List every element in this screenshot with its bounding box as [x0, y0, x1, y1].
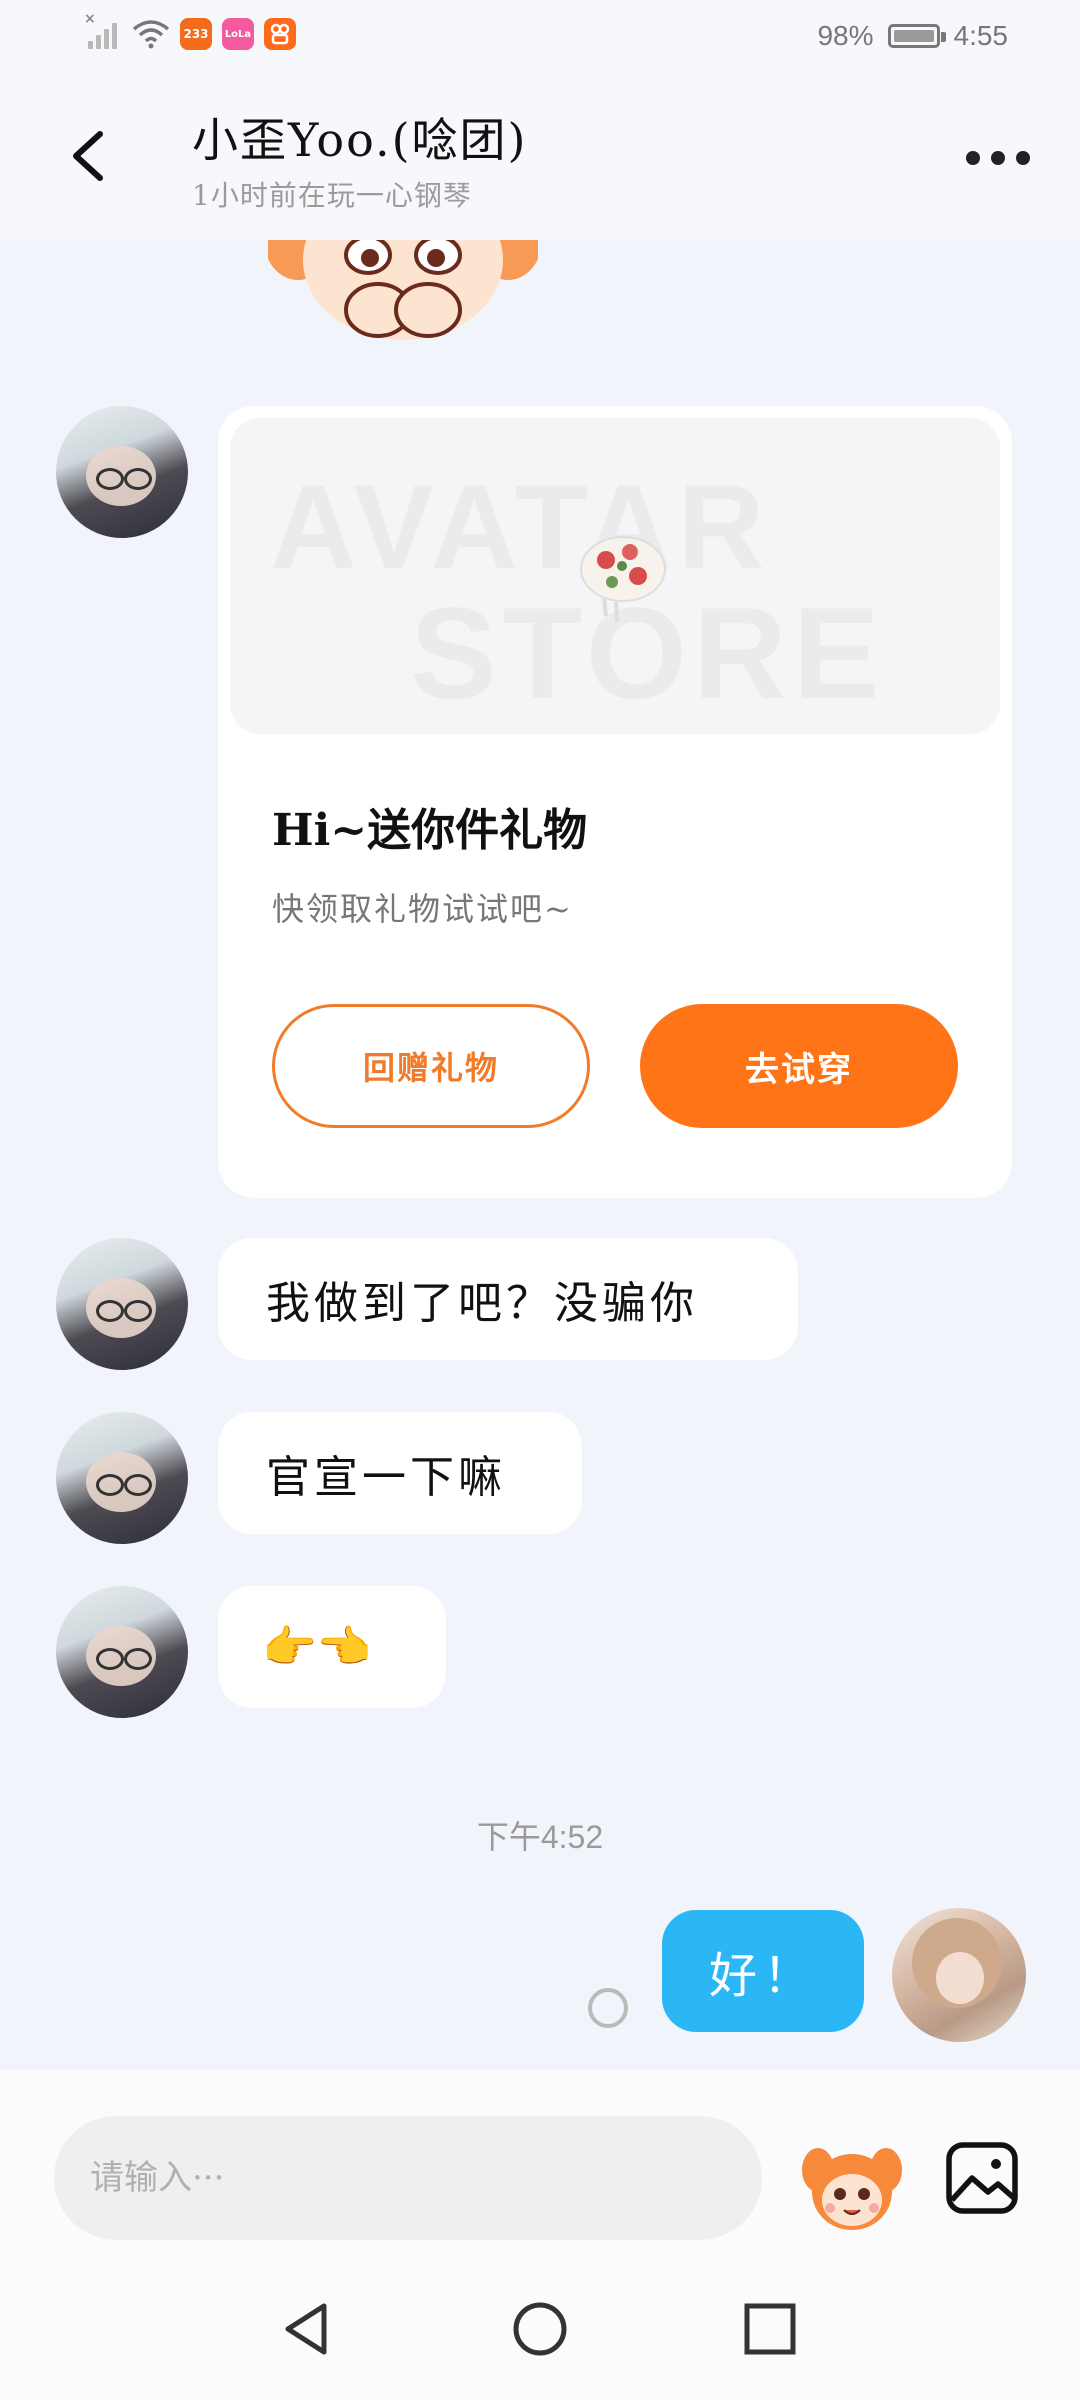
app-233-icon: 233 [180, 18, 212, 50]
signal-icon: × [84, 11, 122, 49]
battery-icon [887, 24, 946, 48]
gift-card[interactable]: AVATAR STORE Hi~送你件礼物 快领取礼物试试吧~ 回赠礼物 去试穿 [218, 406, 1012, 1198]
my-message-bubble[interactable]: 好！ [662, 1910, 864, 2032]
avatar-store-banner: AVATAR STORE [230, 418, 1000, 734]
image-picker-icon[interactable] [944, 2140, 1020, 2216]
chat-header: 小歪Yoo.(唸团) 1小时前在玩一心钢琴 [0, 78, 1080, 240]
wifi-icon [132, 20, 170, 49]
my-avatar[interactable] [892, 1908, 1026, 2042]
message-list[interactable]: AVATAR STORE Hi~送你件礼物 快领取礼物试试吧~ 回赠礼物 去试穿… [0, 240, 1080, 2070]
input-bar [0, 2070, 1080, 2260]
message-bubble[interactable]: 我做到了吧？没骗你 [218, 1238, 798, 1360]
more-dots-icon[interactable] [958, 140, 1038, 176]
system-nav-bar [0, 2260, 1080, 2400]
return-gift-button[interactable]: 回赠礼物 [272, 1004, 590, 1128]
message-bubble[interactable]: 官宣一下嘛 [218, 1412, 582, 1534]
back-arrow-icon[interactable] [60, 126, 120, 186]
contact-avatar[interactable] [56, 1586, 188, 1718]
contact-avatar[interactable] [56, 1238, 188, 1370]
message-bubble[interactable]: 👉👈 [218, 1586, 446, 1708]
contact-status: 1小时前在玩一心钢琴 [192, 179, 472, 212]
gift-hat-icon [580, 536, 666, 623]
message-timestamp: 下午4:52 [476, 1819, 604, 1855]
message-input[interactable] [54, 2116, 762, 2240]
gift-card-title: Hi~送你件礼物 [272, 805, 588, 856]
app-kuaishou-icon [264, 18, 296, 50]
mascot-icon[interactable] [800, 2134, 904, 2238]
nav-back-icon[interactable] [272, 2294, 342, 2364]
contact-avatar[interactable] [56, 406, 188, 538]
cartoon-sticker [268, 240, 538, 340]
battery-percent: 98% [817, 20, 874, 51]
nav-recents-icon[interactable] [735, 2294, 805, 2364]
app-lola-icon: LoLa [222, 18, 254, 50]
status-bar: × 233 LoLa 98% 4:55 [0, 0, 1080, 78]
nav-home-icon[interactable] [505, 2294, 575, 2364]
clock: 4:55 [953, 20, 1009, 51]
banner-word-avatar: AVATAR [270, 460, 771, 594]
sending-status-icon [588, 1988, 628, 2028]
contact-name[interactable]: 小歪Yoo.(唸团) [192, 104, 527, 170]
status-left: × 233 LoLa [84, 11, 296, 50]
gift-card-subtitle: 快领取礼物试试吧~ [272, 890, 573, 928]
contact-avatar[interactable] [56, 1412, 188, 1544]
status-right: 98% 4:55 [817, 20, 1008, 52]
try-on-button[interactable]: 去试穿 [640, 1004, 958, 1128]
